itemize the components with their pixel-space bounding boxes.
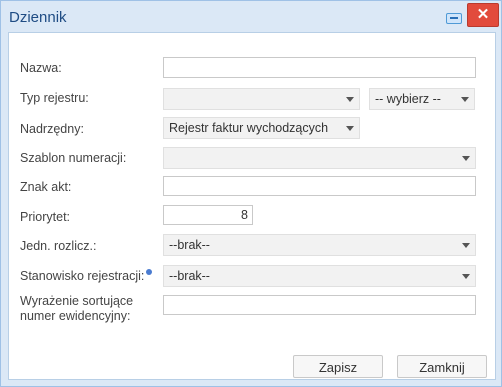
typ-rejestru-wybierz-select[interactable]: -- wybierz -- bbox=[369, 88, 475, 110]
priorytet-input[interactable]: 8 bbox=[163, 205, 253, 225]
save-button[interactable]: Zapisz bbox=[293, 355, 383, 378]
typ-rejestru-select[interactable] bbox=[163, 88, 360, 110]
chevron-down-icon bbox=[462, 243, 470, 248]
jedn-rozlicz-value: --brak-- bbox=[169, 238, 210, 252]
close-icon[interactable]: ✕ bbox=[467, 3, 499, 27]
dialog-window: Dziennik ✕ Nazwa: Typ rejestru: -- wybie… bbox=[0, 0, 502, 387]
wybierz-value: -- wybierz -- bbox=[375, 92, 441, 106]
chevron-down-icon bbox=[346, 97, 354, 102]
stanowisko-rejestracji-label: Stanowisko rejestracji: bbox=[20, 269, 153, 283]
minimize-icon[interactable] bbox=[446, 13, 462, 24]
title-bar: Dziennik ✕ bbox=[1, 1, 501, 33]
chevron-down-icon bbox=[462, 274, 470, 279]
wyrazenie-label-line2: numer ewidencyjny: bbox=[20, 309, 131, 323]
jedn-rozlicz-label: Jedn. rozlicz.: bbox=[20, 239, 97, 253]
stanowisko-label-text: Stanowisko rejestracji: bbox=[20, 269, 145, 283]
wyrazenie-label-line1: Wyrażenie sortujące bbox=[20, 294, 134, 308]
szablon-numeracji-select[interactable] bbox=[163, 147, 476, 169]
info-icon[interactable] bbox=[146, 269, 153, 275]
window-title: Dziennik bbox=[9, 9, 67, 26]
priorytet-label: Priorytet: bbox=[20, 210, 71, 224]
chevron-down-icon bbox=[461, 97, 469, 102]
jedn-rozlicz-select[interactable]: --brak-- bbox=[163, 234, 476, 256]
nazwa-label: Nazwa: bbox=[20, 61, 62, 75]
nazwa-input[interactable] bbox=[163, 57, 476, 78]
chevron-down-icon bbox=[346, 126, 354, 131]
dialog-body: Nazwa: Typ rejestru: -- wybierz -- Nadrz… bbox=[8, 32, 496, 380]
stanowisko-rejestracji-select[interactable]: --brak-- bbox=[163, 265, 476, 287]
close-button[interactable]: Zamknij bbox=[397, 355, 487, 378]
nadrzedny-label: Nadrzędny: bbox=[20, 122, 84, 136]
stanowisko-value: --brak-- bbox=[169, 269, 210, 283]
znak-akt-label: Znak akt: bbox=[20, 180, 72, 194]
nadrzedny-select[interactable]: Rejestr faktur wychodzących bbox=[163, 117, 360, 139]
chevron-down-icon bbox=[462, 156, 470, 161]
wyrazenie-sortujace-input[interactable] bbox=[163, 295, 476, 315]
nadrzedny-value: Rejestr faktur wychodzących bbox=[169, 121, 329, 135]
typ-rejestru-label: Typ rejestru: bbox=[20, 91, 89, 105]
szablon-numeracji-label: Szablon numeracji: bbox=[20, 151, 127, 165]
znak-akt-input[interactable] bbox=[163, 176, 476, 196]
